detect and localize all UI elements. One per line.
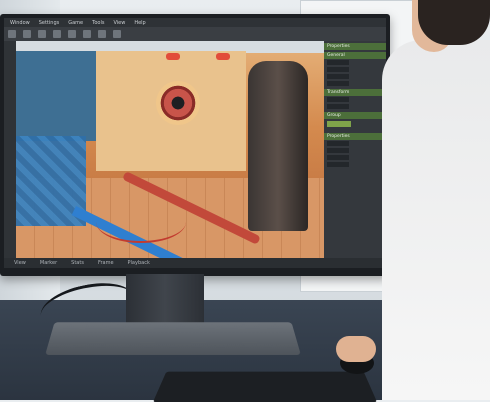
property-field[interactable]	[327, 162, 349, 167]
property-row	[324, 140, 386, 147]
scene-cable	[96, 201, 186, 243]
panel-header: General	[324, 52, 386, 59]
person-hand	[336, 336, 376, 362]
property-field[interactable]	[327, 97, 349, 102]
left-tool-panel	[4, 41, 16, 258]
property-row	[324, 73, 386, 80]
menu-item[interactable]: Window	[10, 20, 30, 26]
property-row	[324, 80, 386, 87]
property-field[interactable]	[327, 74, 349, 79]
property-row	[324, 154, 386, 161]
property-row	[324, 103, 386, 110]
status-item[interactable]: Marker	[40, 260, 57, 266]
scene-lamp	[166, 53, 180, 60]
property-field[interactable]	[327, 60, 349, 65]
person-hair	[418, 0, 490, 45]
panel-header: Properties	[324, 133, 386, 140]
3d-viewport[interactable]	[16, 41, 324, 258]
status-item[interactable]: Stats	[71, 260, 84, 266]
panel-header: Transform	[324, 89, 386, 96]
tool-icon[interactable]	[98, 30, 106, 38]
keyboard	[152, 371, 378, 402]
property-row	[324, 66, 386, 73]
screen: Window Settings Game Tools View Help Pro…	[4, 18, 386, 268]
property-row	[324, 59, 386, 66]
scene-lamp	[216, 53, 230, 60]
menu-item[interactable]: Tools	[92, 20, 104, 26]
property-field[interactable]	[327, 148, 349, 153]
tool-icon[interactable]	[68, 30, 76, 38]
menu-bar: Window Settings Game Tools View Help	[4, 18, 386, 27]
menu-item[interactable]: Settings	[39, 20, 60, 26]
tool-icon[interactable]	[83, 30, 91, 38]
menu-item[interactable]: Help	[134, 20, 145, 26]
scene-vault-door	[156, 81, 200, 125]
scene-door-frame	[248, 61, 308, 231]
status-item[interactable]: View	[14, 260, 26, 266]
tool-icon[interactable]	[8, 30, 16, 38]
monitor-stand-base	[45, 322, 301, 356]
tool-icon[interactable]	[23, 30, 31, 38]
property-field[interactable]	[327, 104, 349, 109]
property-row	[324, 96, 386, 103]
properties-panel: Properties General Transform Group Prope…	[324, 41, 386, 258]
status-item[interactable]: Frame	[98, 260, 114, 266]
property-field[interactable]	[327, 141, 349, 146]
scene-left-wall	[16, 51, 96, 141]
property-field[interactable]	[327, 81, 349, 86]
monitor: Window Settings Game Tools View Help Pro…	[0, 14, 390, 276]
property-row	[324, 161, 386, 168]
menu-item[interactable]: View	[113, 20, 125, 26]
panel-header: Properties	[324, 43, 386, 50]
property-field[interactable]	[327, 67, 349, 72]
person-shirt	[382, 40, 490, 400]
status-bar: View Marker Stats Frame Playback	[4, 258, 386, 268]
property-row	[324, 147, 386, 154]
toolbar	[4, 27, 386, 41]
tool-icon[interactable]	[113, 30, 121, 38]
tool-icon[interactable]	[53, 30, 61, 38]
tool-icon[interactable]	[38, 30, 46, 38]
panel-header: Group	[324, 112, 386, 119]
group-button[interactable]	[327, 121, 351, 127]
property-field[interactable]	[327, 155, 349, 160]
menu-item[interactable]: Game	[68, 20, 83, 26]
status-item[interactable]: Playback	[128, 260, 150, 266]
